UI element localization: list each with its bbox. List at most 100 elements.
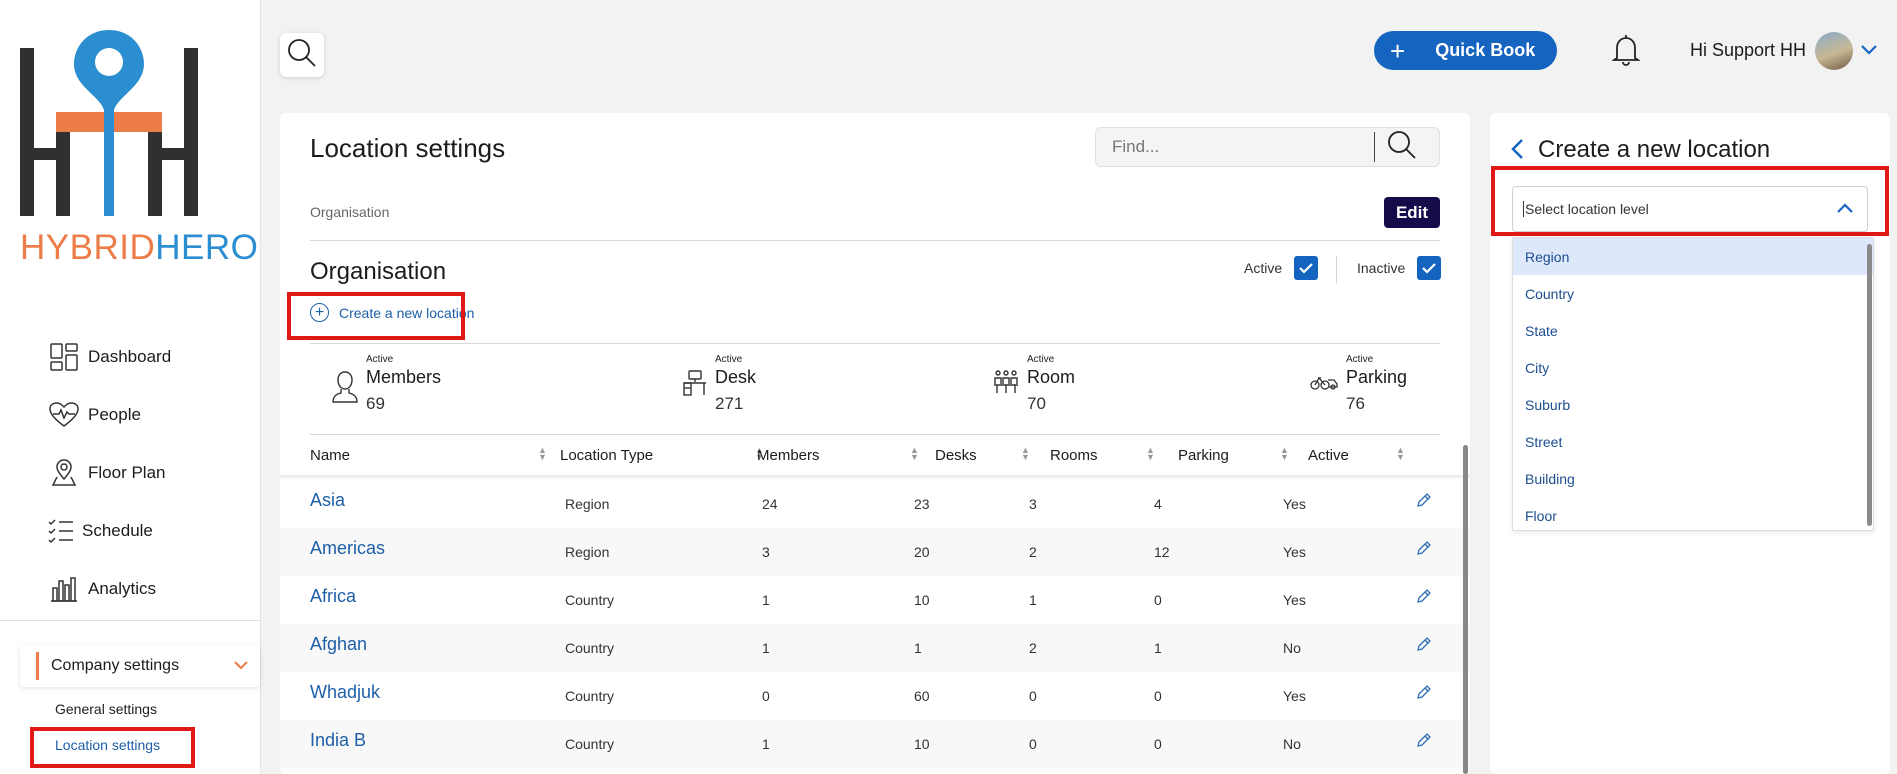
row-active: Yes [1283, 688, 1306, 704]
nav-schedule-label: Schedule [82, 521, 153, 540]
highlight-create-location [287, 292, 465, 340]
row-name-link[interactable]: India B [310, 730, 366, 751]
sort-icon[interactable]: ▲ ▼ [1280, 446, 1289, 462]
main-nav: Dashboard People Floor Plan Schedule Ana… [48, 328, 171, 618]
row-name-link[interactable]: Asia [310, 490, 345, 511]
panel-title: Create a new location [1538, 136, 1771, 163]
row-name-link[interactable]: Afghan [310, 634, 367, 655]
row-rooms: 3 [1029, 496, 1037, 512]
option-street[interactable]: Street [1513, 423, 1873, 460]
row-parking: 4 [1154, 496, 1162, 512]
row-name-link[interactable]: Whadjuk [310, 682, 380, 703]
find-input[interactable] [1112, 137, 1362, 157]
col-name[interactable]: Name [310, 447, 350, 464]
sort-icon[interactable]: ▲ ▼ [1021, 446, 1030, 462]
breadcrumb[interactable]: Organisation [310, 204, 389, 220]
row-members: 0 [762, 688, 770, 704]
quick-book-button[interactable]: + Quick Book [1374, 31, 1557, 70]
search-icon[interactable] [1387, 130, 1417, 165]
nav-schedule[interactable]: Schedule [48, 502, 171, 560]
table-row[interactable]: Americas Region 3 20 2 12 Yes [280, 528, 1470, 576]
inactive-checkbox[interactable] [1417, 256, 1442, 280]
inactive-filter: Inactive [1357, 256, 1442, 280]
row-name-link[interactable]: Americas [310, 538, 385, 559]
chevron-down-icon[interactable] [1861, 42, 1877, 60]
sort-icon[interactable]: ▲ ▼ [1396, 446, 1405, 462]
option-region[interactable]: Region [1513, 238, 1873, 275]
col-desks[interactable]: Desks [935, 447, 977, 464]
pencil-icon[interactable] [1416, 588, 1432, 607]
col-active[interactable]: Active [1308, 447, 1349, 464]
row-rooms: 2 [1029, 544, 1037, 560]
table-row[interactable]: Whadjuk Country 0 60 0 0 Yes [280, 672, 1470, 720]
row-rooms: 0 [1029, 736, 1037, 752]
option-city[interactable]: City [1513, 349, 1873, 386]
option-country[interactable]: Country [1513, 275, 1873, 312]
option-state[interactable]: State [1513, 312, 1873, 349]
map-pin-icon [48, 457, 80, 489]
col-rooms[interactable]: Rooms [1050, 447, 1098, 464]
nav-analytics[interactable]: Analytics [48, 560, 171, 618]
nav-dashboard[interactable]: Dashboard [48, 328, 171, 386]
col-location-type[interactable]: Location Type [560, 447, 653, 464]
nav-floor-plan-label: Floor Plan [88, 463, 166, 482]
row-active: Yes [1283, 592, 1306, 608]
stat-desk: Active Desk 271 [683, 354, 756, 414]
row-parking: 0 [1154, 592, 1162, 608]
table-row[interactable]: Asia Region 24 23 3 4 Yes [280, 480, 1470, 528]
general-settings-link[interactable]: General settings [55, 701, 157, 717]
table-row[interactable]: Afghan Country 1 1 2 1 No [280, 624, 1470, 672]
row-members: 1 [762, 592, 770, 608]
active-filter: Active [1244, 256, 1319, 280]
nav-people[interactable]: People [48, 386, 171, 444]
table-header: Name ▲ ▼ Location Type ▲ ▼ Members ▲ ▼ Desk… [310, 435, 1440, 475]
find-separator [1374, 132, 1375, 162]
highlight-location-level-select [1491, 166, 1889, 236]
pencil-icon[interactable] [1416, 540, 1432, 559]
nav-floor-plan[interactable]: Floor Plan [48, 444, 171, 502]
col-members[interactable]: Members [757, 447, 820, 464]
row-desks: 10 [914, 736, 930, 752]
row-name-link[interactable]: Africa [310, 586, 356, 607]
edit-button[interactable]: Edit [1384, 197, 1440, 228]
global-search-button[interactable] [280, 33, 324, 77]
checklist-icon [48, 515, 74, 547]
user-greeting[interactable]: Hi Support HH [1690, 40, 1806, 61]
avatar[interactable] [1815, 32, 1853, 70]
active-checkbox[interactable] [1294, 256, 1319, 280]
row-members: 3 [762, 544, 770, 560]
bicycle-car-icon [1310, 374, 1338, 395]
pencil-icon[interactable] [1416, 732, 1432, 751]
row-active: Yes [1283, 496, 1306, 512]
row-type: Country [565, 592, 615, 608]
table-row[interactable]: India B Country 1 10 0 0 No [280, 720, 1470, 768]
table-scrollbar[interactable] [1463, 445, 1468, 774]
nav-people-label: People [88, 405, 141, 424]
option-floor[interactable]: Floor [1513, 497, 1873, 530]
search-icon [287, 38, 317, 73]
sort-icon[interactable]: ▲ ▼ [910, 446, 919, 462]
pencil-icon[interactable] [1416, 636, 1432, 655]
back-arrow-icon[interactable] [1510, 138, 1524, 165]
row-rooms: 0 [1029, 688, 1037, 704]
row-active: No [1283, 736, 1301, 752]
pencil-icon[interactable] [1416, 684, 1432, 703]
row-members: 24 [762, 496, 778, 512]
col-parking[interactable]: Parking [1178, 447, 1229, 464]
row-members: 1 [762, 736, 770, 752]
option-building[interactable]: Building [1513, 460, 1873, 497]
pencil-icon[interactable] [1416, 492, 1432, 511]
row-type: Region [565, 544, 610, 560]
option-suburb[interactable]: Suburb [1513, 386, 1873, 423]
row-type: Country [565, 640, 615, 656]
sort-icon[interactable]: ▲ ▼ [538, 446, 547, 462]
nav-analytics-label: Analytics [88, 579, 157, 598]
bell-icon[interactable] [1611, 34, 1641, 71]
stat-parking-active: Active [1346, 354, 1374, 365]
sort-icon[interactable]: ▲ ▼ [1146, 446, 1155, 462]
dropdown-scrollbar[interactable] [1867, 244, 1872, 526]
company-settings-toggle[interactable]: Company settings [20, 645, 260, 687]
stat-room-name: Room [1027, 367, 1076, 387]
table-row[interactable]: Africa Country 1 10 1 0 Yes [280, 576, 1470, 624]
row-parking: 1 [1154, 640, 1162, 656]
